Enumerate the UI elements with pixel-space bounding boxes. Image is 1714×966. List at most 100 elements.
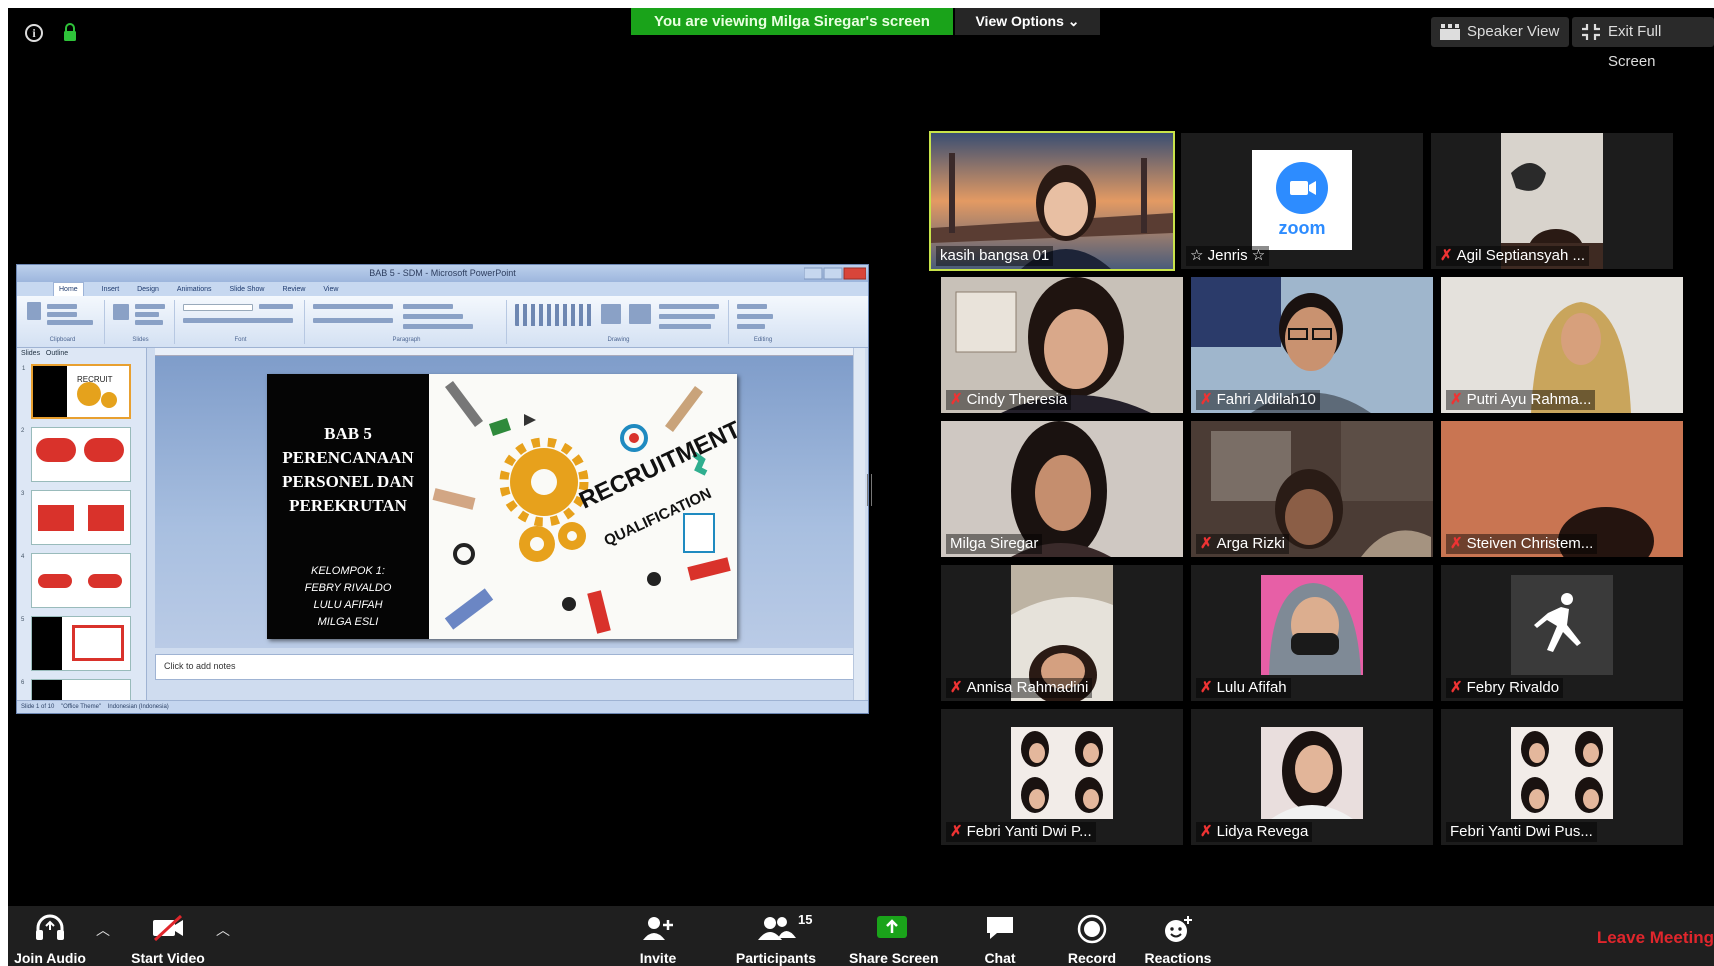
ppt-workspace: Slides Outline 1 RECRUIT 2 3 4 5 6 BAB 5… <box>17 348 868 702</box>
participant-name: ☆ Jenris ☆ <box>1186 246 1270 266</box>
participant-tile[interactable]: ✗ Annisa Rahmadini <box>941 565 1183 701</box>
view-options-label: View Options <box>975 13 1064 29</box>
participant-tile[interactable]: ✗ Arga Rizki <box>1191 421 1433 557</box>
participant-count-badge: 15 <box>798 912 813 927</box>
invite-button[interactable]: Invite <box>628 906 688 966</box>
splitter-handle[interactable] <box>867 474 872 506</box>
ribbon-group: Drawing <box>509 300 729 344</box>
join-audio-button[interactable]: Join Audio <box>8 906 92 966</box>
speaker-view-icon <box>1440 24 1460 40</box>
ppt-tab: Insert <box>101 286 120 293</box>
headphones-icon <box>36 914 64 940</box>
share-screen-label: Share Screen <box>849 950 939 966</box>
exit-full-screen-icon <box>1582 24 1600 40</box>
chat-button[interactable]: Chat <box>970 906 1030 966</box>
leave-meeting-button[interactable]: Leave Meeting <box>1597 928 1714 948</box>
muted-mic-icon: ✗ <box>950 823 963 840</box>
reactions-label: Reactions <box>1144 950 1212 966</box>
notes-field: Click to add notes <box>155 654 855 680</box>
share-screen-button[interactable]: Share Screen <box>849 906 939 966</box>
slide-title: BAB 5 PERENCANAAN PERSONEL DAN PEREKRUTA… <box>282 424 414 515</box>
participant-name: ✗ Cindy Theresia <box>946 390 1072 410</box>
slides-panel: Slides Outline 1 RECRUIT 2 3 4 5 6 <box>17 348 147 702</box>
video-off-icon <box>153 914 183 942</box>
participant-tile[interactable]: ✗ Lulu Afifah <box>1191 565 1433 701</box>
ribbon-group: Editing <box>731 300 795 344</box>
participant-tile[interactable]: ✗ Febry Rivaldo <box>1441 565 1683 701</box>
ppt-status-bar: Slide 1 of 10 "Office Theme" Indonesian … <box>17 700 868 713</box>
status-language: Indonesian (Indonesia) <box>107 704 169 710</box>
participant-tile[interactable]: ✗ Fahri Aldilah10 <box>1191 277 1433 413</box>
status-theme: "Office Theme" <box>61 704 102 710</box>
slide-thumbnail: 6 <box>21 679 131 701</box>
record-icon <box>1077 914 1107 944</box>
view-options-button[interactable]: View Options ⌄ <box>955 8 1100 35</box>
participant-name: Milga Siregar <box>946 534 1043 554</box>
participant-tile[interactable]: ✗ Cindy Theresia <box>941 277 1183 413</box>
muted-mic-icon: ✗ <box>1200 391 1213 408</box>
ribbon-group: Paragraph <box>307 300 507 344</box>
ribbon-group: Slides <box>107 300 175 344</box>
ppt-tab: Animations <box>176 286 212 293</box>
reactions-icon <box>1165 916 1192 942</box>
participant-name: ✗ Febry Rivaldo <box>1446 678 1564 698</box>
audio-options-caret-icon[interactable]: ︿ <box>96 920 110 940</box>
chevron-down-icon: ⌄ <box>1067 13 1080 29</box>
exit-full-screen-button[interactable]: Exit Full Screen <box>1572 17 1714 70</box>
muted-mic-icon: ✗ <box>1450 535 1463 552</box>
lock-icon[interactable] <box>62 22 78 42</box>
participant-tile[interactable]: Febri Yanti Dwi Pus... <box>1441 709 1683 845</box>
participant-tile[interactable]: kasih bangsa 01 <box>929 131 1175 271</box>
slide-scrollbar <box>853 348 865 702</box>
ribbon-group: Font <box>177 300 305 344</box>
status-slide-count: Slide 1 of 10 <box>21 704 55 710</box>
svg-text:RECRUIT: RECRUIT <box>77 375 113 384</box>
ppt-tab: View <box>323 286 339 293</box>
join-audio-label: Join Audio <box>14 950 86 966</box>
participant-tile[interactable]: Milga Siregar <box>941 421 1183 557</box>
muted-mic-icon: ✗ <box>1200 535 1213 552</box>
participant-tile[interactable]: ✗ Steiven Christem... <box>1441 421 1683 557</box>
speaker-view-label: Speaker View <box>1467 23 1560 40</box>
window-controls-icon <box>804 267 866 280</box>
participant-name: ✗ Lulu Afifah <box>1196 678 1291 698</box>
muted-mic-icon: ✗ <box>1440 247 1453 264</box>
ppt-tab: Home <box>53 282 84 297</box>
svg-text:zoom: zoom <box>1279 218 1326 238</box>
invite-label: Invite <box>639 950 677 966</box>
participant-tile[interactable]: ✗ Lidya Revega <box>1191 709 1433 845</box>
muted-mic-icon: ✗ <box>1200 823 1213 840</box>
participant-name: ✗ Lidya Revega <box>1196 822 1313 842</box>
slide-group-members: KELOMPOK 1: FEBRY RIVALDO LULU AFIFAH MI… <box>304 565 392 628</box>
participants-label: Participants <box>735 950 817 966</box>
ppt-tab: Slide Show <box>229 286 265 293</box>
participant-name: ✗ Agil Septiansyah ... <box>1436 246 1589 266</box>
participant-tile[interactable]: ✗ Febri Yanti Dwi P... <box>941 709 1183 845</box>
outline-tab: Outline <box>45 350 69 357</box>
speaker-view-button[interactable]: Speaker View <box>1431 17 1570 47</box>
participant-name: ✗ Fahri Aldilah10 <box>1196 390 1320 410</box>
participant-name: ✗ Annisa Rahmadini <box>946 678 1093 698</box>
participants-button[interactable]: 15 Participants <box>726 906 826 966</box>
participant-name: Febri Yanti Dwi Pus... <box>1446 822 1597 842</box>
muted-mic-icon: ✗ <box>950 679 963 696</box>
participant-name: ✗ Steiven Christem... <box>1446 534 1598 554</box>
recruitment-illustration: RECRUITMENT QUALIFICATION <box>429 374 737 639</box>
share-screen-icon <box>877 916 907 938</box>
participant-tile[interactable]: ✗ Putri Ayu Rahma... <box>1441 277 1683 413</box>
info-icon[interactable]: i <box>25 24 43 42</box>
add-user-icon <box>643 917 673 940</box>
exit-full-screen-label: Exit Full Screen <box>1608 23 1662 70</box>
ppt-tab: Design <box>137 286 159 293</box>
participant-tile[interactable]: ✗ Agil Septiansyah ... <box>1431 133 1673 269</box>
record-label: Record <box>1067 950 1117 966</box>
participant-tile[interactable]: zoom ☆ Jenris ☆ <box>1181 133 1423 269</box>
participant-name: ✗ Putri Ayu Rahma... <box>1446 390 1596 410</box>
slide-thumbnail: 2 <box>21 427 131 482</box>
ppt-ribbon: Clipboard Slides Font Paragraph Drawing … <box>17 296 868 348</box>
slide-editor: BAB 5 PERENCANAAN PERSONEL DAN PEREKRUTA… <box>155 348 855 648</box>
video-options-caret-icon[interactable]: ︿ <box>216 920 230 940</box>
record-button[interactable]: Record <box>1060 906 1124 966</box>
reactions-button[interactable]: Reactions <box>1140 906 1216 966</box>
start-video-button[interactable]: Start Video <box>124 906 212 966</box>
